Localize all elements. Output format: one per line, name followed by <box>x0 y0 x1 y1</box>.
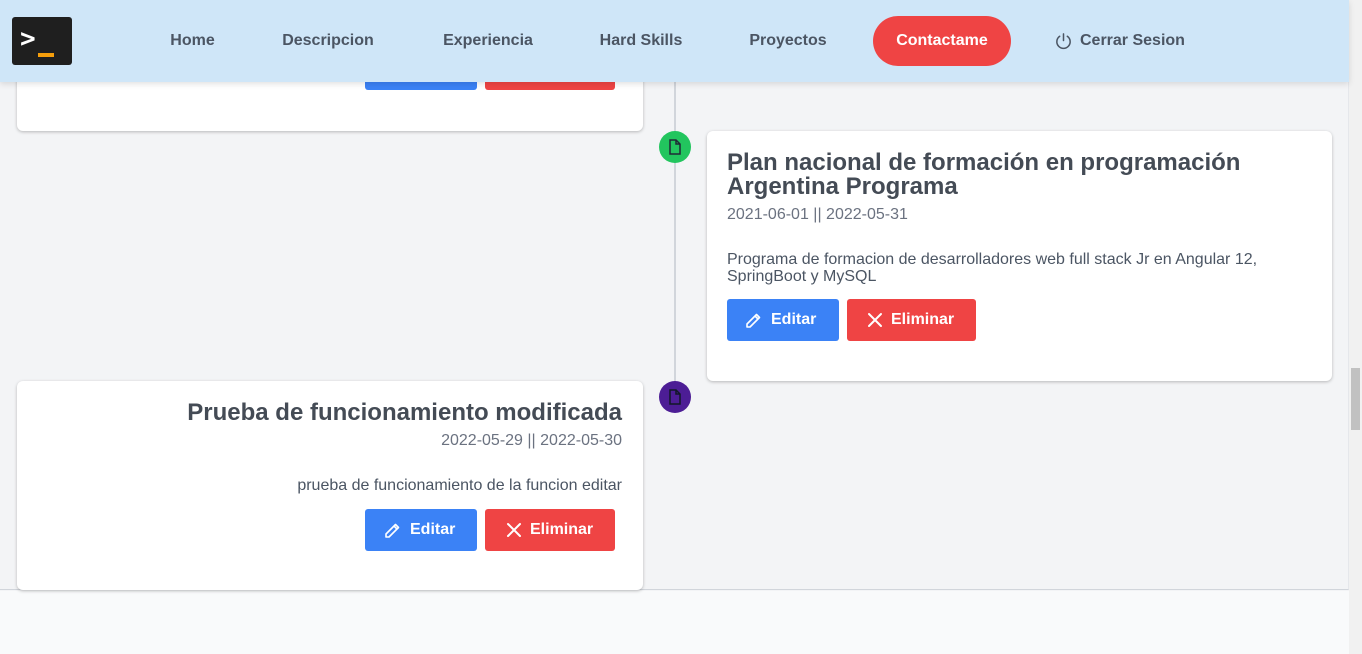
education-dates: 2022-05-29 || 2022-05-30 <box>441 432 622 449</box>
close-icon <box>507 523 521 537</box>
file-icon <box>669 139 681 155</box>
edit-button[interactable]: Editar <box>727 299 839 341</box>
navbar: > Home Descripcion Experiencia Hard Skil… <box>0 0 1349 82</box>
nav-home[interactable]: Home <box>160 16 225 66</box>
power-icon <box>1056 33 1071 50</box>
contact-button[interactable]: Contactame <box>873 16 1011 66</box>
education-card: Prueba de funcionamiento modificada 2022… <box>17 381 643 590</box>
file-icon <box>669 389 681 405</box>
scrollbar[interactable] <box>1349 0 1362 654</box>
terminal-prompt-icon[interactable]: > <box>12 17 72 65</box>
pencil-icon <box>746 313 761 328</box>
delete-button[interactable]: Eliminar <box>847 299 976 341</box>
timeline-marker <box>659 131 691 163</box>
education-description: prueba de funcionamiento de la funcion e… <box>297 477 622 494</box>
nav-experiencia[interactable]: Experiencia <box>432 16 544 66</box>
close-icon <box>868 313 882 327</box>
footer-area <box>0 591 1349 654</box>
nav-proyectos[interactable]: Proyectos <box>738 16 838 66</box>
scrollbar-thumb[interactable] <box>1351 368 1360 430</box>
edit-button[interactable]: Editar <box>365 509 477 551</box>
education-title-line1: Plan nacional de formación en programaci… <box>727 149 1241 176</box>
pencil-icon <box>385 523 400 538</box>
education-card: Plan nacional de formación en programaci… <box>707 131 1332 381</box>
delete-button-label: Eliminar <box>530 521 594 538</box>
delete-button-label: Eliminar <box>891 311 955 328</box>
edit-button-label: Editar <box>410 521 456 538</box>
education-dates: 2021-06-01 || 2022-05-31 <box>727 206 908 223</box>
education-title: Prueba de funcionamiento modificada <box>187 399 622 426</box>
nav-descripcion[interactable]: Descripcion <box>272 16 384 66</box>
timeline-marker <box>659 381 691 413</box>
education-title-line2: Argentina Programa <box>727 173 958 200</box>
nav-hard-skills[interactable]: Hard Skills <box>590 16 692 66</box>
education-description-line2: SpringBoot y MySQL <box>727 268 877 285</box>
delete-button[interactable]: Eliminar <box>485 509 615 551</box>
logout-button[interactable]: Cerrar Sesion <box>1080 16 1190 66</box>
education-description-line1: Programa de formacion de desarrolladores… <box>727 251 1258 268</box>
edit-button-label: Editar <box>771 311 817 328</box>
